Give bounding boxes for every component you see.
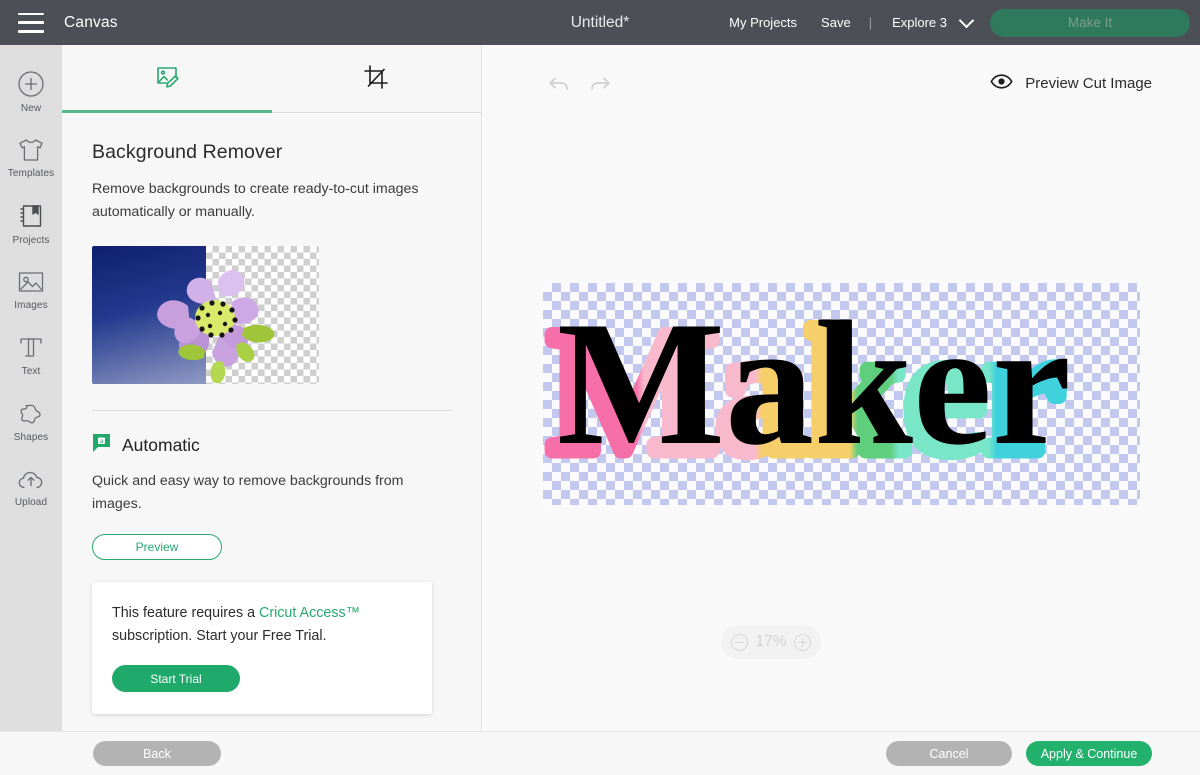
canvas-label: Canvas <box>64 13 118 31</box>
zoom-control: 17% <box>721 625 821 659</box>
zoom-level-value: 17% <box>755 633 787 650</box>
cancel-button[interactable]: Cancel <box>886 741 1012 766</box>
sidebar-item-label: New <box>20 103 42 114</box>
preview-cut-image-button[interactable]: Preview Cut Image <box>990 73 1152 94</box>
artboard[interactable]: Maker Maker <box>543 283 1140 505</box>
canvas-toolbar: Preview Cut Image <box>483 45 1200 123</box>
sidebar-item-label: Projects <box>12 235 50 246</box>
sidebar-item-images[interactable]: Images <box>0 257 62 323</box>
sidebar-item-label: Shapes <box>13 432 49 443</box>
tab-edit-image[interactable] <box>62 45 272 113</box>
plus-circle-icon <box>17 70 45 98</box>
automatic-description: Quick and easy way to remove backgrounds… <box>92 473 404 512</box>
hamburger-menu-icon[interactable] <box>18 12 44 33</box>
cricut-access-link[interactable]: Cricut Access™ <box>259 605 360 621</box>
panel-content: Background Remover Remove backgrounds to… <box>62 141 481 731</box>
redo-arrow-icon[interactable] <box>588 73 614 100</box>
cricut-access-notice: This feature requires a Cricut Access™ s… <box>92 582 432 715</box>
top-bar-separator: | <box>868 15 873 30</box>
tab-crop-image[interactable] <box>271 45 482 113</box>
flower-before-after-thumbnail <box>92 246 319 384</box>
my-projects-link[interactable]: My Projects <box>717 15 809 30</box>
canvas-area: Preview Cut Image Maker Maker 17% <box>483 45 1200 731</box>
apply-and-continue-button[interactable]: Apply & Continue <box>1026 741 1152 766</box>
cloud-upload-icon <box>16 468 46 492</box>
eye-icon <box>990 73 1013 94</box>
machine-selector[interactable]: Explore 3 <box>878 15 953 30</box>
sidebar-item-text[interactable]: Text <box>0 323 62 389</box>
sidebar-item-templates[interactable]: Templates <box>0 125 62 191</box>
star-shape-icon <box>17 401 45 427</box>
cricut-access-badge-icon: a <box>92 433 111 458</box>
text-t-icon <box>17 335 45 361</box>
sidebar-item-shapes[interactable]: Shapes <box>0 389 62 455</box>
bottom-bar: Back Cancel Apply & Continue <box>0 731 1200 775</box>
automatic-title: Automatic <box>122 435 200 455</box>
notice-text-after: subscription. Start your Free Trial. <box>112 628 327 645</box>
undo-arrow-icon[interactable] <box>545 73 571 100</box>
chevron-down-icon[interactable] <box>958 12 975 28</box>
zoom-out-icon[interactable] <box>731 633 749 651</box>
sidebar-item-label: Templates <box>7 168 55 179</box>
sidebar-item-projects[interactable]: Projects <box>0 191 62 257</box>
sidebar-item-label: Images <box>14 300 48 311</box>
book-bookmark-icon <box>17 202 45 230</box>
notice-text: This feature requires a Cricut Access™ s… <box>112 602 412 648</box>
automatic-section-header: a Automatic <box>92 433 451 458</box>
back-button[interactable]: Back <box>93 741 221 766</box>
sidebar-item-label: Upload <box>14 497 48 508</box>
save-button[interactable]: Save <box>809 15 863 30</box>
top-bar-actions: My Projects Save | Explore 3 Make It <box>717 8 1200 37</box>
sidebar-item-label: Text <box>21 366 41 377</box>
panel-tabs <box>62 45 481 113</box>
panel-description: Remove backgrounds to create ready-to-cu… <box>92 181 419 220</box>
crop-icon <box>363 64 389 95</box>
app-root: Canvas Untitled* My Projects Save | Expl… <box>0 0 1200 775</box>
top-bar: Canvas Untitled* My Projects Save | Expl… <box>0 0 1200 45</box>
background-remover-panel: Background Remover Remove backgrounds to… <box>62 45 482 731</box>
maker-text: Maker <box>557 284 1071 482</box>
word-art-maker: Maker Maker <box>543 284 1071 498</box>
bottom-bar-actions: Cancel Apply & Continue <box>886 741 1200 766</box>
flower-illustration <box>157 270 275 384</box>
section-divider <box>92 410 451 411</box>
sidebar-item-new[interactable]: New <box>0 59 62 125</box>
make-it-button[interactable]: Make It <box>990 8 1190 37</box>
photo-icon <box>16 269 46 295</box>
notice-text-before: This feature requires a <box>112 605 260 621</box>
image-pencil-icon <box>153 63 181 96</box>
zoom-in-icon[interactable] <box>793 633 811 651</box>
sidebar-item-upload[interactable]: Upload <box>0 455 62 521</box>
left-sidebar: New Templates Projects Images Text Shape… <box>0 45 62 731</box>
start-trial-button[interactable]: Start Trial <box>112 665 240 693</box>
tshirt-icon <box>16 137 46 163</box>
preview-button[interactable]: Preview <box>92 534 222 560</box>
preview-cut-image-label: Preview Cut Image <box>1025 75 1152 92</box>
page-title: Background Remover <box>92 141 283 163</box>
